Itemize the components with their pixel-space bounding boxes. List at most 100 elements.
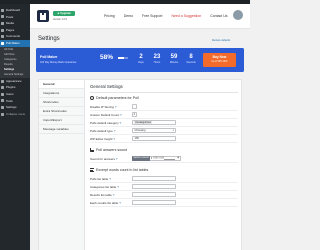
- nav-link-free-support[interactable]: Free Support: [142, 14, 162, 18]
- nav-link-pricing[interactable]: Pricing: [104, 14, 115, 18]
- wrench-icon: [1, 99, 5, 103]
- help-icon[interactable]: ?: [114, 129, 116, 133]
- setting-row-default-type: Polls default type ? Choosing ▾: [90, 127, 238, 135]
- restore-defaults-link[interactable]: Restore defaults: [212, 39, 230, 42]
- tab-import-export[interactable]: Import/Export: [39, 116, 84, 125]
- music-icon: [90, 148, 94, 152]
- chevron-down-icon: ▾: [172, 128, 174, 132]
- help-icon[interactable]: ?: [120, 121, 122, 125]
- sound-picker: Select a sound 0:00 / 0:00 ◂): [132, 155, 181, 162]
- sidebar-item-comments[interactable]: Comments: [0, 33, 30, 40]
- section-excerpt-words: Excerpt words count in list tables: [90, 168, 238, 172]
- help-icon[interactable]: ?: [117, 185, 119, 189]
- help-icon[interactable]: ?: [113, 193, 115, 197]
- sidebar-submenu: All Polls Add New Categories Results Set…: [0, 46, 30, 78]
- disable-ip-checkbox[interactable]: [132, 103, 137, 110]
- banner-subtitle: 100 Day Money-Back Guarantee: [40, 60, 77, 64]
- poll-icon: [1, 41, 5, 45]
- help-icon[interactable]: ?: [115, 105, 117, 109]
- sidebar-item-label: Tools: [6, 98, 13, 103]
- sidebar-item-plugins[interactable]: Plugins: [0, 84, 30, 91]
- submenu-item-general-settings[interactable]: General Settings: [0, 72, 30, 77]
- align-left-icon: [90, 168, 94, 172]
- banner-title: Poll Maker: [40, 55, 58, 59]
- help-icon[interactable]: ?: [119, 201, 121, 205]
- banner-progress-bar: [118, 57, 128, 59]
- sidebar-item-label: Plugins: [6, 85, 16, 90]
- media-icon: [1, 22, 5, 26]
- promo-banner: Poll Maker 100 Day Money-Back Guarantee …: [36, 48, 244, 72]
- settings-tabs: General Integrations Shortcodes Extra Sh…: [39, 80, 85, 250]
- settings-card: General Integrations Shortcodes Extra Sh…: [38, 79, 242, 250]
- admin-sidebar: Dashboard Posts Media Pages Comments Pol…: [0, 4, 30, 250]
- stat-hours: 23 Hours: [153, 54, 161, 64]
- section-default-parameters: Default parameters for Poll: [90, 96, 238, 100]
- settings-heading: General Settings: [90, 84, 238, 93]
- tab-shortcodes[interactable]: Shortcodes: [39, 98, 84, 107]
- sidebar-item-label: Pages: [6, 27, 15, 32]
- collapse-menu-button[interactable]: Collapse menu: [0, 111, 30, 118]
- comment-icon: [1, 35, 5, 39]
- nav-link-contact[interactable]: Contact Us: [210, 14, 227, 18]
- sidebar-item-posts[interactable]: Posts: [0, 14, 30, 21]
- banner-progress-fill: [118, 57, 124, 59]
- default-type-select[interactable]: Choosing ▾: [132, 127, 176, 134]
- version-label: Version 1.0.0: [53, 17, 67, 21]
- select-sound-button[interactable]: Select a sound: [132, 155, 150, 162]
- tab-general[interactable]: General: [39, 80, 84, 89]
- answer-count-input[interactable]: 2: [132, 111, 137, 118]
- audio-progress-track[interactable]: [163, 158, 175, 160]
- sidebar-item-appearance[interactable]: Appearance: [0, 78, 30, 85]
- sidebar-item-dashboard[interactable]: Dashboard: [0, 7, 30, 14]
- buy-now-button[interactable]: Buy Now Up to 50% OFF: [203, 53, 236, 67]
- nav-link-suggestion[interactable]: Need a Suggestion: [171, 14, 201, 18]
- banner-percent: 58%: [100, 54, 114, 61]
- sidebar-item-label: Media: [6, 21, 14, 26]
- plug-icon: [1, 86, 5, 90]
- categories-list-words-input[interactable]: [132, 183, 176, 190]
- plugin-top-nav: ★ Upgrade Version 1.0.0 Pricing Demo Fre…: [30, 4, 250, 29]
- dashboard-icon: [1, 8, 5, 12]
- setting-row-disable-ip: Disable IP Storing ?: [90, 103, 238, 111]
- tab-integrations[interactable]: Integrations: [39, 89, 84, 98]
- sidebar-item-label: Collapse menu: [6, 111, 26, 116]
- avatar[interactable]: [233, 10, 243, 20]
- editor-height-input[interactable]: 150: [132, 135, 176, 142]
- stat-minutes: 59 Minutes: [169, 54, 179, 64]
- setting-row-results-list: Results list table ?: [90, 191, 238, 199]
- sidebar-item-users[interactable]: Users: [0, 91, 30, 98]
- polls-list-words-input[interactable]: [132, 175, 176, 182]
- sidebar-item-settings[interactable]: Settings: [0, 104, 30, 111]
- help-icon[interactable]: ?: [109, 177, 111, 181]
- nav-link-demo[interactable]: Demo: [124, 14, 133, 18]
- settings-icon: [1, 106, 5, 110]
- audio-player[interactable]: 0:00 / 0:00 ◂): [149, 155, 181, 162]
- tab-extra-shortcodes[interactable]: Extra Shortcodes: [39, 107, 84, 116]
- pin-icon: [1, 15, 5, 19]
- help-icon[interactable]: ?: [113, 137, 115, 141]
- stat-days: 2 Days: [138, 54, 144, 64]
- help-icon[interactable]: ?: [120, 113, 122, 117]
- sidebar-item-pages[interactable]: Pages: [0, 27, 30, 34]
- default-category-select[interactable]: Uncategorized: [132, 119, 176, 126]
- sidebar-item-poll-maker[interactable]: Poll Maker: [0, 39, 30, 47]
- sidebar-item-media[interactable]: Media: [0, 20, 30, 27]
- help-icon[interactable]: ?: [116, 157, 118, 161]
- setting-row-default-category: Polls default category ? Uncategorized: [90, 119, 238, 127]
- results-list-words-input[interactable]: [132, 191, 176, 198]
- upgrade-button[interactable]: ★ Upgrade: [53, 11, 75, 16]
- tab-message-variables[interactable]: Message variables: [39, 125, 84, 134]
- sidebar-item-tools[interactable]: Tools: [0, 98, 30, 105]
- sidebar-item-label: Dashboard: [6, 8, 21, 12]
- sidebar-item-label: Comments: [6, 34, 20, 39]
- setting-row-editor-height: WP Editor height ? 150: [90, 135, 238, 143]
- top-nav-links: Pricing Demo Free Support Need a Suggest…: [104, 14, 236, 18]
- setting-row-sound: Sound for answers ? Select a sound 0:00 …: [90, 155, 238, 163]
- audio-time: 0:00 / 0:00: [153, 157, 165, 160]
- setting-row-answer-count: Answer Default Count ? 2: [90, 111, 238, 119]
- volume-icon[interactable]: ◂): [177, 157, 179, 161]
- category-chip[interactable]: Uncategorized: [134, 120, 152, 124]
- each-results-list-words-input[interactable]: [132, 199, 176, 206]
- stat-seconds: 8 Seconds: [186, 54, 196, 64]
- page-icon: [1, 28, 5, 32]
